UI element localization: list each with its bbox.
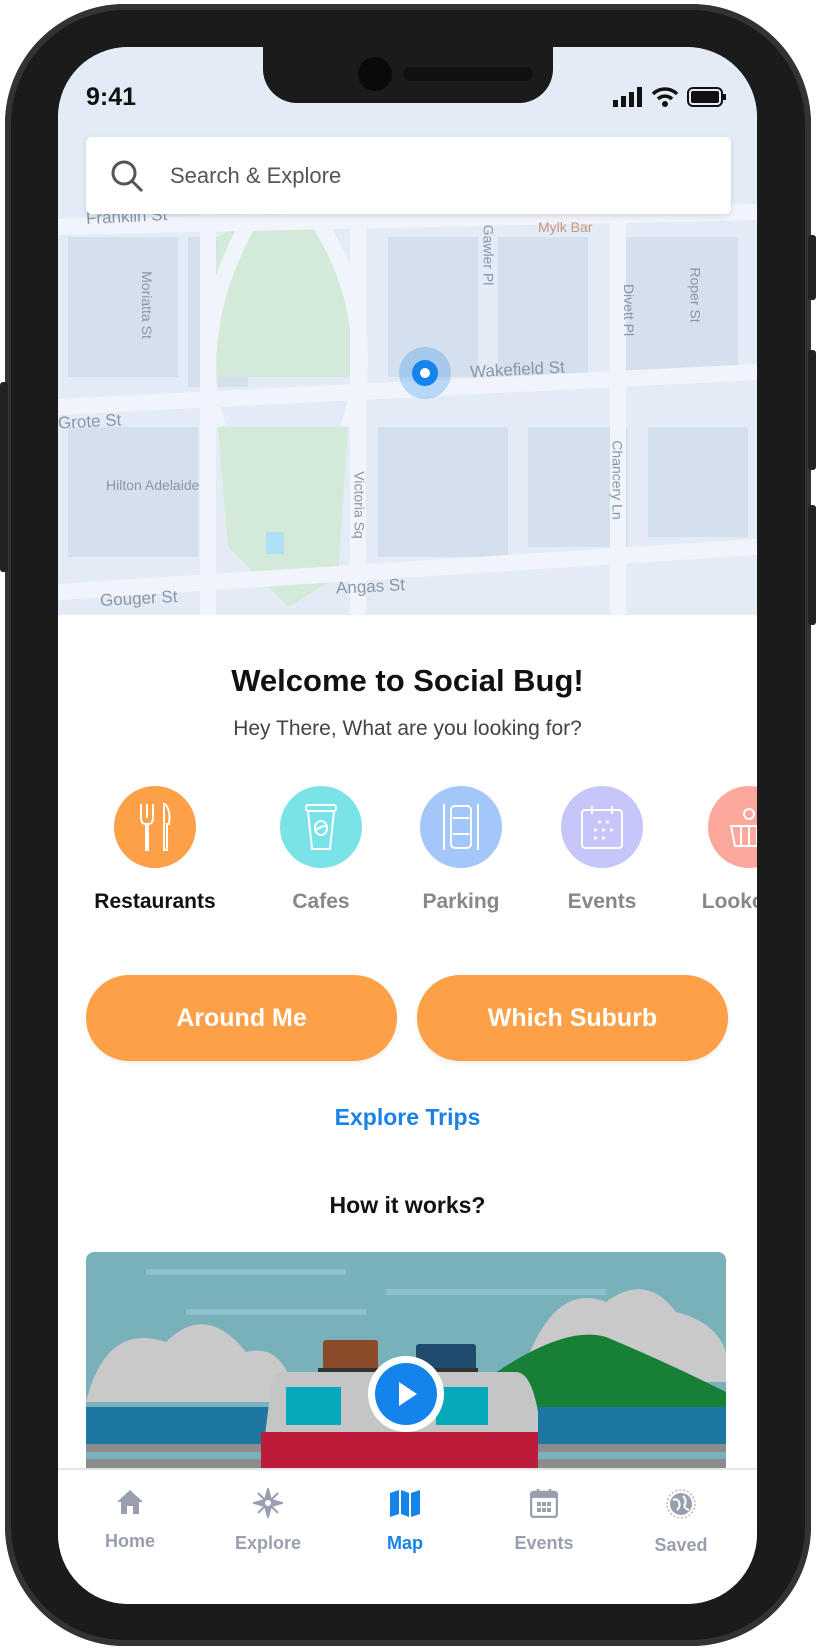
map-label: Chancery Ln [609, 440, 626, 520]
explore-trips-link[interactable]: Explore Trips [58, 1104, 757, 1131]
how-it-works-title: How it works? [329, 1192, 486, 1218]
calendar-icon [561, 786, 643, 868]
welcome-title: Welcome to Social Bug! [231, 663, 584, 698]
nav-label: Saved [654, 1535, 708, 1555]
app-screen: Franklin St Mylk Bar Gawler Pl Moriatta … [58, 47, 757, 1604]
fork-knife-icon [114, 786, 196, 868]
side-button [808, 350, 816, 470]
car-parking-icon [420, 786, 502, 868]
category-parking[interactable]: Parking [386, 786, 536, 914]
basket-icon [708, 786, 757, 868]
nav-saved[interactable]: Saved [626, 1488, 736, 1556]
category-label: Lookouts [701, 890, 757, 913]
category-events[interactable]: Events [527, 786, 677, 914]
wifi-icon [651, 87, 679, 107]
side-button [0, 382, 8, 572]
signal-icon [613, 87, 642, 107]
calendar-icon [529, 1489, 559, 1519]
play-icon [399, 1382, 417, 1406]
home-icon [117, 1490, 143, 1514]
battery-icon [687, 87, 726, 107]
map-label: Hilton Adelaide [106, 477, 200, 493]
status-icons [613, 87, 727, 107]
map-icon [390, 1490, 420, 1517]
bottom-nav: Home Explore Map Events Saved [58, 1468, 757, 1604]
category-lookouts[interactable]: Lookouts [674, 786, 757, 914]
nav-events[interactable]: Events [489, 1488, 599, 1554]
how-it-works-video[interactable] [86, 1252, 726, 1468]
map-view[interactable]: Franklin St Mylk Bar Gawler Pl Moriatta … [58, 47, 757, 615]
nav-label: Events [514, 1533, 574, 1553]
map-label: Victoria Sq [351, 471, 368, 539]
status-time: 9:41 [86, 83, 137, 111]
globe-icon [666, 1489, 696, 1519]
welcome-subtitle: Hey There, What are you looking for? [233, 717, 582, 740]
map-label: Divett Pl [621, 283, 638, 337]
nav-label: Explore [234, 1533, 302, 1553]
map-label: Moriatta St [138, 271, 155, 339]
coffee-cup-icon [280, 786, 362, 868]
map-label: Gouger St [99, 586, 178, 611]
play-button[interactable] [368, 1356, 444, 1432]
map-label: Mylk Bar [538, 219, 593, 235]
search-bar[interactable] [86, 137, 731, 214]
category-restaurants[interactable]: Restaurants [80, 786, 230, 914]
nav-map[interactable]: Map [350, 1488, 460, 1554]
category-label: Restaurants [94, 890, 216, 913]
around-me-button[interactable]: Around Me [86, 975, 397, 1061]
nav-label: Home [104, 1531, 155, 1551]
nav-home[interactable]: Home [75, 1488, 185, 1552]
compass-icon [250, 1485, 286, 1521]
category-label: Parking [422, 890, 500, 913]
category-label: Cafes [292, 890, 350, 913]
side-button [808, 235, 816, 300]
nav-label: Map [387, 1533, 423, 1553]
category-cafes[interactable]: Cafes [246, 786, 396, 914]
side-button [808, 505, 816, 625]
which-suburb-button[interactable]: Which Suburb [417, 975, 728, 1061]
map-label: Gawler Pl [480, 224, 497, 286]
nav-explore[interactable]: Explore [213, 1485, 323, 1554]
notch [263, 47, 553, 103]
category-label: Events [567, 890, 637, 913]
map-label: Angas St [335, 575, 406, 598]
map-label: Roper St [687, 267, 704, 323]
map-label: Grote St [58, 410, 122, 433]
search-icon [111, 160, 144, 192]
search-input[interactable] [170, 162, 650, 189]
